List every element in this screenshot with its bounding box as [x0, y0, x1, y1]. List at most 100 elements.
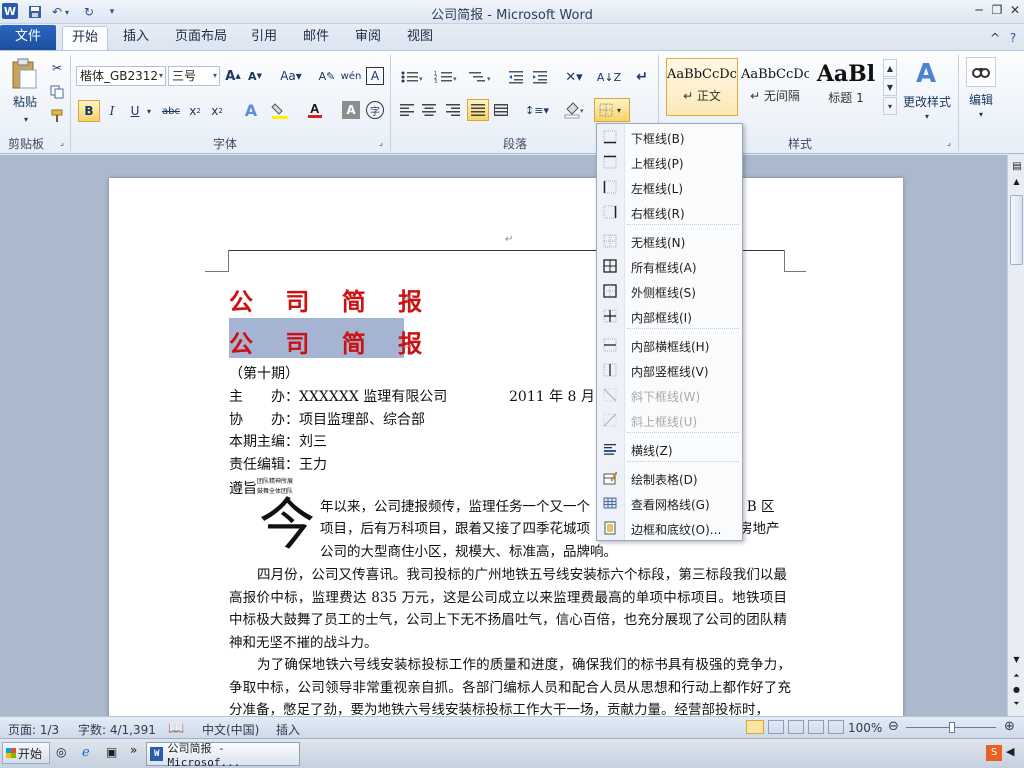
- next-page-icon[interactable]: ⏷: [1010, 699, 1023, 713]
- border-menu-item[interactable]: 绘制表格(D): [597, 467, 742, 489]
- paste-button[interactable]: 粘贴: [6, 93, 44, 109]
- zoom-out-icon[interactable]: ⊖: [888, 719, 899, 734]
- word-count[interactable]: 字数: 4/1,391: [78, 721, 156, 738]
- scroll-up-icon[interactable]: ▲: [1010, 177, 1023, 191]
- more-quick-launch-icon[interactable]: »: [130, 743, 142, 759]
- character-shading-icon[interactable]: A: [342, 101, 360, 119]
- phonetic-guide-icon[interactable]: wén: [341, 67, 362, 85]
- styles-scroll-down-icon[interactable]: ▼: [883, 78, 897, 96]
- previous-page-icon[interactable]: ⏶: [1010, 671, 1023, 685]
- align-left-icon[interactable]: [398, 101, 416, 119]
- border-menu-item[interactable]: 左框线(L): [597, 176, 742, 198]
- tab-references[interactable]: 引用: [244, 26, 284, 50]
- tab-mailings[interactable]: 邮件: [296, 26, 336, 50]
- scroll-down-icon[interactable]: ▼: [1010, 655, 1023, 669]
- styles-launcher-icon[interactable]: ⌟: [944, 137, 954, 147]
- full-screen-reading-icon[interactable]: [768, 720, 784, 734]
- chinese-layout-icon[interactable]: ✕▾: [560, 67, 588, 87]
- cut-icon[interactable]: ✂: [48, 59, 66, 77]
- styles-scroll-up-icon[interactable]: ▲: [883, 59, 897, 77]
- highlight-color-icon[interactable]: [268, 101, 294, 121]
- page-count[interactable]: 页面: 1/3: [8, 721, 59, 738]
- font-name-combo[interactable]: 楷体_GB2312 ▾: [76, 66, 166, 86]
- border-menu-item[interactable]: 横线(Z): [597, 438, 742, 460]
- justify-icon[interactable]: [467, 99, 489, 121]
- tab-view[interactable]: 视图: [400, 26, 440, 50]
- paste-icon[interactable]: [8, 57, 40, 91]
- text-effects-icon[interactable]: A: [240, 99, 262, 121]
- tab-review[interactable]: 审阅: [348, 26, 388, 50]
- font-color-icon[interactable]: A: [304, 99, 326, 121]
- paste-dropdown-icon[interactable]: ▾: [16, 113, 36, 125]
- restore-icon[interactable]: ❐: [988, 2, 1006, 18]
- quick-launch-icon[interactable]: ▣: [106, 745, 122, 761]
- tab-home[interactable]: 开始: [62, 26, 108, 50]
- border-menu-item[interactable]: 内部横框线(H): [597, 334, 742, 356]
- underline-dropdown-icon[interactable]: ▾: [144, 101, 154, 121]
- minimize-ribbon-icon[interactable]: ^: [986, 30, 1004, 46]
- clipboard-launcher-icon[interactable]: ⌟: [57, 137, 67, 147]
- subscript-button[interactable]: x2: [186, 101, 204, 121]
- browse-object-icon[interactable]: ●: [1010, 685, 1023, 699]
- tab-page-layout[interactable]: 页面布局: [168, 26, 234, 50]
- styles-more-icon[interactable]: ▾: [883, 97, 897, 115]
- border-menu-item[interactable]: 右框线(R): [597, 201, 742, 223]
- font-size-combo[interactable]: 三号 ▾: [168, 66, 220, 86]
- tray-expand-icon[interactable]: ◀: [1006, 745, 1022, 761]
- find-icon[interactable]: [966, 57, 996, 87]
- tray-app-icon[interactable]: S: [986, 745, 1002, 761]
- bold-button[interactable]: B: [78, 100, 100, 122]
- start-button[interactable]: 开始: [2, 742, 50, 764]
- zoom-in-icon[interactable]: ⊕: [1004, 719, 1015, 734]
- editing-button[interactable]: 编辑: [962, 91, 1000, 107]
- border-menu-item[interactable]: 所有框线(A): [597, 255, 742, 277]
- tab-insert[interactable]: 插入: [114, 26, 158, 50]
- border-menu-item[interactable]: 内部框线(I): [597, 305, 742, 327]
- show-formatting-marks-icon[interactable]: ↵: [632, 67, 652, 87]
- style-heading1-card[interactable]: AaBl 标题 1: [812, 58, 880, 116]
- minimize-icon[interactable]: ─: [970, 2, 988, 18]
- document-page[interactable]: ↵ 公 司 简 报 ↵ 公 司 简 报 ↵ （第十期） 主 办： XXXXXX …: [109, 178, 903, 716]
- proofing-icon[interactable]: 📖: [168, 721, 184, 736]
- border-menu-item[interactable]: 查看网格线(G): [597, 492, 742, 514]
- change-case-icon[interactable]: Aa▾: [278, 67, 304, 85]
- border-menu-item[interactable]: 外侧框线(S): [597, 280, 742, 302]
- multilevel-list-icon[interactable]: ▾: [466, 67, 494, 87]
- grow-font-icon[interactable]: A ▲: [224, 67, 242, 85]
- format-painter-icon[interactable]: [48, 107, 66, 125]
- style-normal-card[interactable]: AaBbCcDc ↵ 正文: [666, 58, 738, 116]
- language-indicator[interactable]: 中文(中国): [202, 721, 259, 738]
- help-icon[interactable]: ?: [1004, 30, 1022, 46]
- show-desktop-icon[interactable]: ◎: [56, 745, 72, 761]
- bullets-icon[interactable]: ▾: [398, 67, 426, 87]
- insert-mode[interactable]: 插入: [276, 721, 300, 738]
- border-menu-item[interactable]: 内部竖框线(V): [597, 359, 742, 381]
- line-spacing-icon[interactable]: ↕≡▾: [524, 101, 550, 119]
- editing-dropdown-icon[interactable]: ▾: [974, 109, 988, 119]
- web-layout-icon[interactable]: [788, 720, 804, 734]
- border-menu-item[interactable]: 上框线(P): [597, 151, 742, 173]
- distributed-align-icon[interactable]: [492, 101, 510, 119]
- copy-icon[interactable]: [48, 83, 66, 101]
- italic-button[interactable]: I: [103, 101, 121, 121]
- close-icon[interactable]: ✕: [1006, 2, 1024, 18]
- font-launcher-icon[interactable]: ⌟: [376, 137, 386, 147]
- numbering-icon[interactable]: 1 2 3 ▾: [432, 67, 460, 87]
- enclose-characters-icon[interactable]: 字: [366, 101, 384, 119]
- change-styles-button[interactable]: 更改样式: [900, 93, 954, 109]
- draft-view-icon[interactable]: [828, 720, 844, 734]
- shrink-font-icon[interactable]: A ▼: [246, 67, 264, 85]
- ruler-toggle-icon[interactable]: ▤: [1011, 161, 1023, 173]
- border-menu-item[interactable]: 下框线(B): [597, 126, 742, 148]
- underline-button[interactable]: U: [126, 101, 144, 121]
- internet-explorer-icon[interactable]: ℯ: [82, 745, 98, 761]
- superscript-button[interactable]: x2: [208, 101, 226, 121]
- taskbar-word-window[interactable]: W 公司简报 - Microsof...: [146, 742, 300, 768]
- tab-file[interactable]: 文件: [0, 25, 56, 50]
- change-styles-icon[interactable]: A: [906, 57, 946, 91]
- outline-view-icon[interactable]: [808, 720, 824, 734]
- style-no-spacing-card[interactable]: AaBbCcDc ↵ 无间隔: [740, 58, 810, 116]
- sort-icon[interactable]: A↓Z: [597, 67, 621, 87]
- zoom-slider-thumb[interactable]: [949, 722, 955, 733]
- border-menu-item[interactable]: 无框线(N): [597, 230, 742, 252]
